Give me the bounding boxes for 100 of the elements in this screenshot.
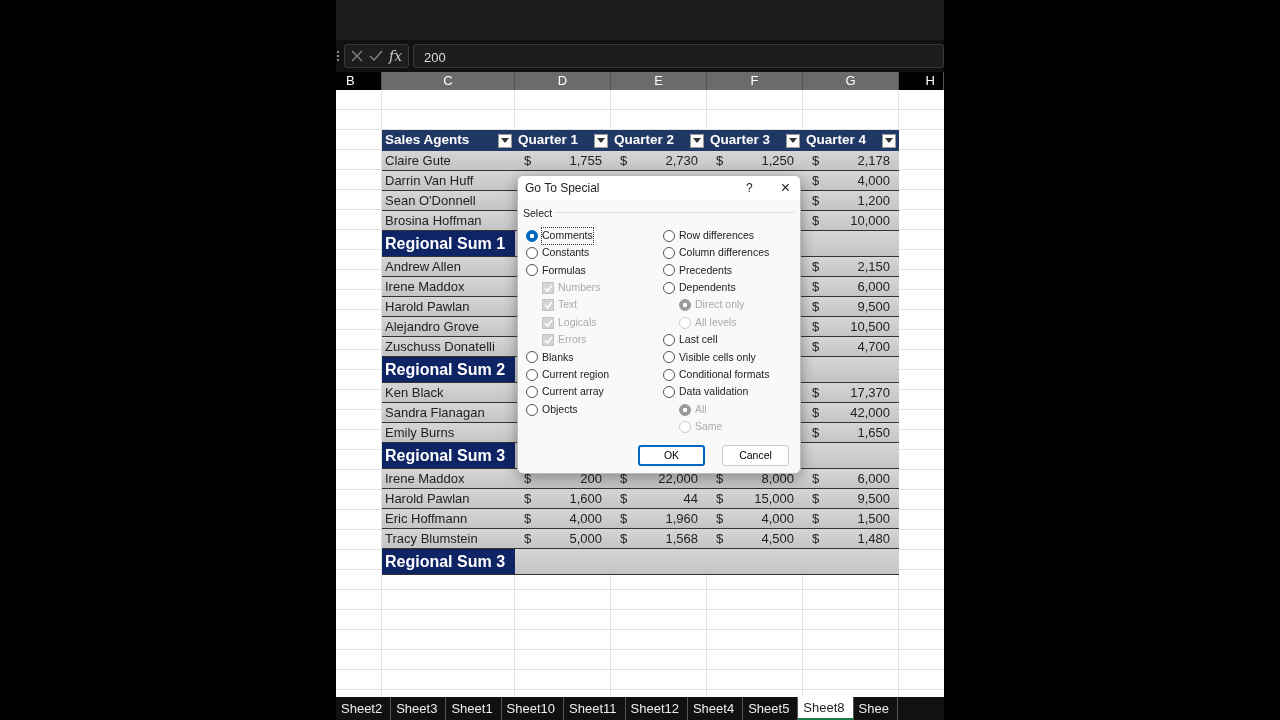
option-label[interactable]: Comments xyxy=(542,227,593,244)
drag-handle-icon[interactable] xyxy=(336,50,340,62)
ok-button[interactable]: OK xyxy=(638,445,705,466)
table-cell-text: 1,755 xyxy=(569,151,602,170)
dialog-title: Go To Special xyxy=(525,180,601,197)
radio-button[interactable] xyxy=(663,386,675,399)
radio-button[interactable] xyxy=(526,264,538,277)
subtotal-label: Regional Sum 2 xyxy=(382,357,515,382)
column-header[interactable]: C xyxy=(382,72,515,90)
table-cell-text: 9,500 xyxy=(857,489,890,508)
currency-symbol: $ xyxy=(812,257,820,276)
sheet-tab[interactable]: Sheet11 xyxy=(564,697,626,720)
sheet-tab[interactable]: Sheet2 xyxy=(336,697,392,720)
sheet-tab[interactable]: Sheet10 xyxy=(501,697,565,720)
formula-input[interactable]: 200 xyxy=(413,44,944,68)
option-label[interactable]: Last cell xyxy=(679,332,718,348)
table-cell-text: 6,000 xyxy=(857,277,890,296)
table-cell-text: Tracy Blumstein xyxy=(385,529,478,548)
radio-button[interactable] xyxy=(663,247,675,260)
caret-icon[interactable] xyxy=(789,138,797,143)
filter-dropdown-button[interactable] xyxy=(498,133,512,148)
currency-symbol: $ xyxy=(812,151,820,170)
table-cell-text: 44 xyxy=(683,489,698,508)
sheet-tab[interactable]: Sheet3 xyxy=(391,697,447,720)
table-cell-text: 2,178 xyxy=(857,151,890,170)
currency-symbol: $ xyxy=(812,529,820,548)
radio-button[interactable] xyxy=(663,368,675,381)
sheet-tab[interactable]: Sheet12 xyxy=(625,697,688,720)
radio-button[interactable] xyxy=(526,368,538,381)
option-label[interactable]: Objects xyxy=(542,401,578,418)
option-label[interactable]: Formulas xyxy=(542,262,586,279)
help-button[interactable]: ? xyxy=(745,179,753,197)
caret-icon[interactable] xyxy=(693,138,701,143)
radio-button[interactable] xyxy=(663,351,675,364)
radio-button[interactable] xyxy=(663,264,675,277)
currency-symbol: $ xyxy=(812,317,820,336)
table-cell-text: Sandra Flanagan xyxy=(385,403,485,422)
option-label[interactable]: Precedents xyxy=(679,262,733,279)
table-cell-text: 17,370 xyxy=(850,383,890,402)
caret-icon[interactable] xyxy=(501,138,509,143)
radio-button[interactable] xyxy=(663,229,675,242)
radio-button[interactable] xyxy=(526,403,538,416)
filter-dropdown-button[interactable] xyxy=(786,133,800,148)
filter-dropdown-button[interactable] xyxy=(690,133,704,148)
option-label[interactable]: Conditional formats xyxy=(679,366,770,383)
option-label[interactable]: Current array xyxy=(542,384,604,401)
currency-symbol: $ xyxy=(812,211,820,230)
filter-dropdown-button[interactable] xyxy=(594,133,608,148)
column-header[interactable]: H xyxy=(899,72,944,90)
column-header[interactable]: F xyxy=(707,72,803,90)
table-cell-text: 2,150 xyxy=(857,257,890,276)
table-cell-text: Eric Hoffmann xyxy=(385,509,468,528)
insert-function-button[interactable]: fx xyxy=(389,45,403,67)
currency-symbol: $ xyxy=(716,469,724,488)
table-cell-text: 1,500 xyxy=(857,509,890,528)
filter-dropdown-button[interactable] xyxy=(882,133,896,148)
caret-icon[interactable] xyxy=(885,138,893,143)
column-header[interactable]: E xyxy=(611,72,707,90)
table-cell-text: 15,000 xyxy=(754,489,794,508)
sheet-tab[interactable]: Shee xyxy=(853,697,898,720)
column-heading: Quarter 4 xyxy=(806,131,867,150)
sheet-tab[interactable]: Sheet8 xyxy=(798,697,854,720)
currency-symbol: $ xyxy=(620,489,628,508)
radio-button[interactable] xyxy=(526,351,538,364)
option-label[interactable]: Column differences xyxy=(679,245,770,261)
option-label[interactable]: Dependents xyxy=(679,280,736,296)
currency-symbol: $ xyxy=(812,469,820,488)
radio-button[interactable] xyxy=(526,229,538,242)
currency-symbol: $ xyxy=(716,151,724,170)
caret-icon[interactable] xyxy=(597,138,605,143)
column-header[interactable]: D xyxy=(515,72,611,90)
option-label[interactable]: Constants xyxy=(542,245,590,261)
table-cell-text: Irene Maddox xyxy=(385,469,465,488)
radio-button[interactable] xyxy=(526,386,538,399)
sheet-tab[interactable]: Sheet1 xyxy=(446,697,502,720)
radio-button[interactable] xyxy=(526,247,538,260)
column-header[interactable]: G xyxy=(803,72,899,90)
currency-symbol: $ xyxy=(620,509,628,528)
option-label[interactable]: Data validation xyxy=(679,384,749,401)
option-label[interactable]: Row differences xyxy=(679,227,755,244)
currency-symbol: $ xyxy=(812,277,820,296)
option-label[interactable]: Current region xyxy=(542,366,610,383)
table-cell-text: Andrew Allen xyxy=(385,257,461,276)
column-heading: Quarter 1 xyxy=(518,131,579,150)
cancel-button[interactable]: Cancel xyxy=(722,445,789,466)
sheet-tab[interactable]: Sheet4 xyxy=(687,697,744,720)
close-button[interactable]: × xyxy=(780,180,790,196)
table-cell-text: 2,730 xyxy=(665,151,698,170)
table-cell-text: 6,000 xyxy=(857,469,890,488)
check-icon[interactable] xyxy=(369,50,383,62)
currency-symbol: $ xyxy=(812,423,820,442)
table-cell-text: Darrin Van Huff xyxy=(385,171,474,190)
option-label[interactable]: Blanks xyxy=(542,349,574,366)
option-label[interactable]: Visible cells only xyxy=(679,349,756,366)
column-heading: Sales Agents xyxy=(385,131,470,150)
currency-symbol: $ xyxy=(716,489,724,508)
cancel-icon[interactable] xyxy=(351,50,363,62)
radio-button[interactable] xyxy=(663,334,675,347)
radio-button[interactable] xyxy=(663,281,675,294)
table-cell-text: Alejandro Grove xyxy=(385,317,479,336)
